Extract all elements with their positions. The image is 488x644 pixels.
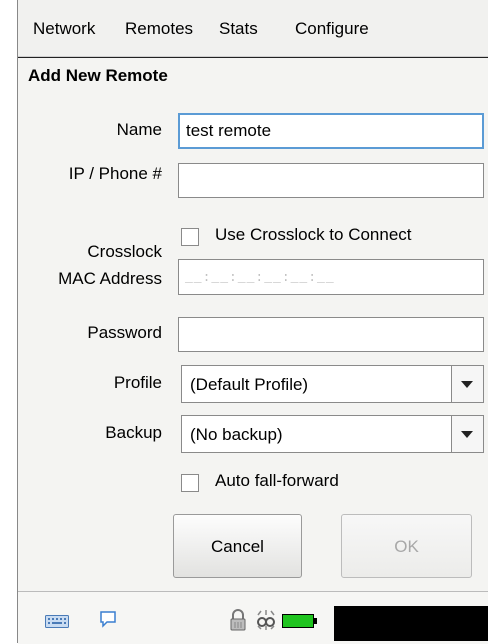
- crosslock-checkbox[interactable]: [181, 228, 199, 246]
- menu-remotes[interactable]: Remotes: [125, 19, 193, 39]
- backup-label: Backup: [105, 423, 162, 442]
- status-bar: [18, 591, 488, 644]
- chevron-down-icon: [461, 381, 473, 388]
- mac-address-label: MAC Address: [58, 269, 162, 288]
- profile-dropdown-button[interactable]: [451, 366, 483, 402]
- panel-title: Add New Remote: [28, 66, 168, 85]
- crosslock-checkbox-label: Use Crosslock to Connect: [215, 225, 412, 244]
- app-window: Network Remotes Stats Configure Add New …: [17, 0, 488, 644]
- profile-label: Profile: [113, 373, 162, 392]
- add-remote-panel: Add New Remote Name IP / Phone # Use Cro…: [18, 57, 488, 592]
- battery-icon: [282, 614, 314, 628]
- crosslock-label: Crosslock: [87, 242, 162, 261]
- auto-fall-forward-label: Auto fall-forward: [215, 471, 339, 490]
- name-input[interactable]: [178, 113, 484, 149]
- ok-button-label: OK: [394, 537, 419, 556]
- profile-select[interactable]: (Default Profile): [181, 365, 484, 403]
- ip-phone-input[interactable]: [178, 163, 484, 198]
- auto-fall-forward-checkbox[interactable]: [181, 474, 199, 492]
- battery-tip: [314, 618, 317, 624]
- password-input[interactable]: [178, 317, 484, 352]
- chat-bubble-icon[interactable]: [98, 609, 118, 629]
- menu-bar: Network Remotes Stats Configure: [18, 0, 488, 57]
- backup-dropdown-button[interactable]: [451, 416, 483, 452]
- chevron-down-icon: [461, 431, 473, 438]
- ok-button[interactable]: OK: [341, 514, 472, 578]
- cancel-button[interactable]: Cancel: [173, 514, 302, 578]
- status-display-panel: [334, 606, 488, 641]
- menu-stats[interactable]: Stats: [219, 19, 258, 39]
- password-label: Password: [87, 323, 162, 342]
- backup-select-value: (No backup): [190, 425, 283, 444]
- menu-configure[interactable]: Configure: [295, 19, 369, 39]
- connection-icon: [257, 610, 275, 630]
- menu-network[interactable]: Network: [33, 19, 95, 39]
- name-label: Name: [116, 120, 162, 139]
- cancel-button-label: Cancel: [211, 537, 264, 556]
- ip-label: IP / Phone #: [68, 164, 162, 183]
- keyboard-icon[interactable]: [45, 613, 69, 629]
- mac-address-input[interactable]: __:__:__:__:__:__: [178, 259, 484, 295]
- lock-icon: [230, 609, 246, 631]
- profile-select-value: (Default Profile): [190, 375, 309, 394]
- backup-select[interactable]: (No backup): [181, 415, 484, 453]
